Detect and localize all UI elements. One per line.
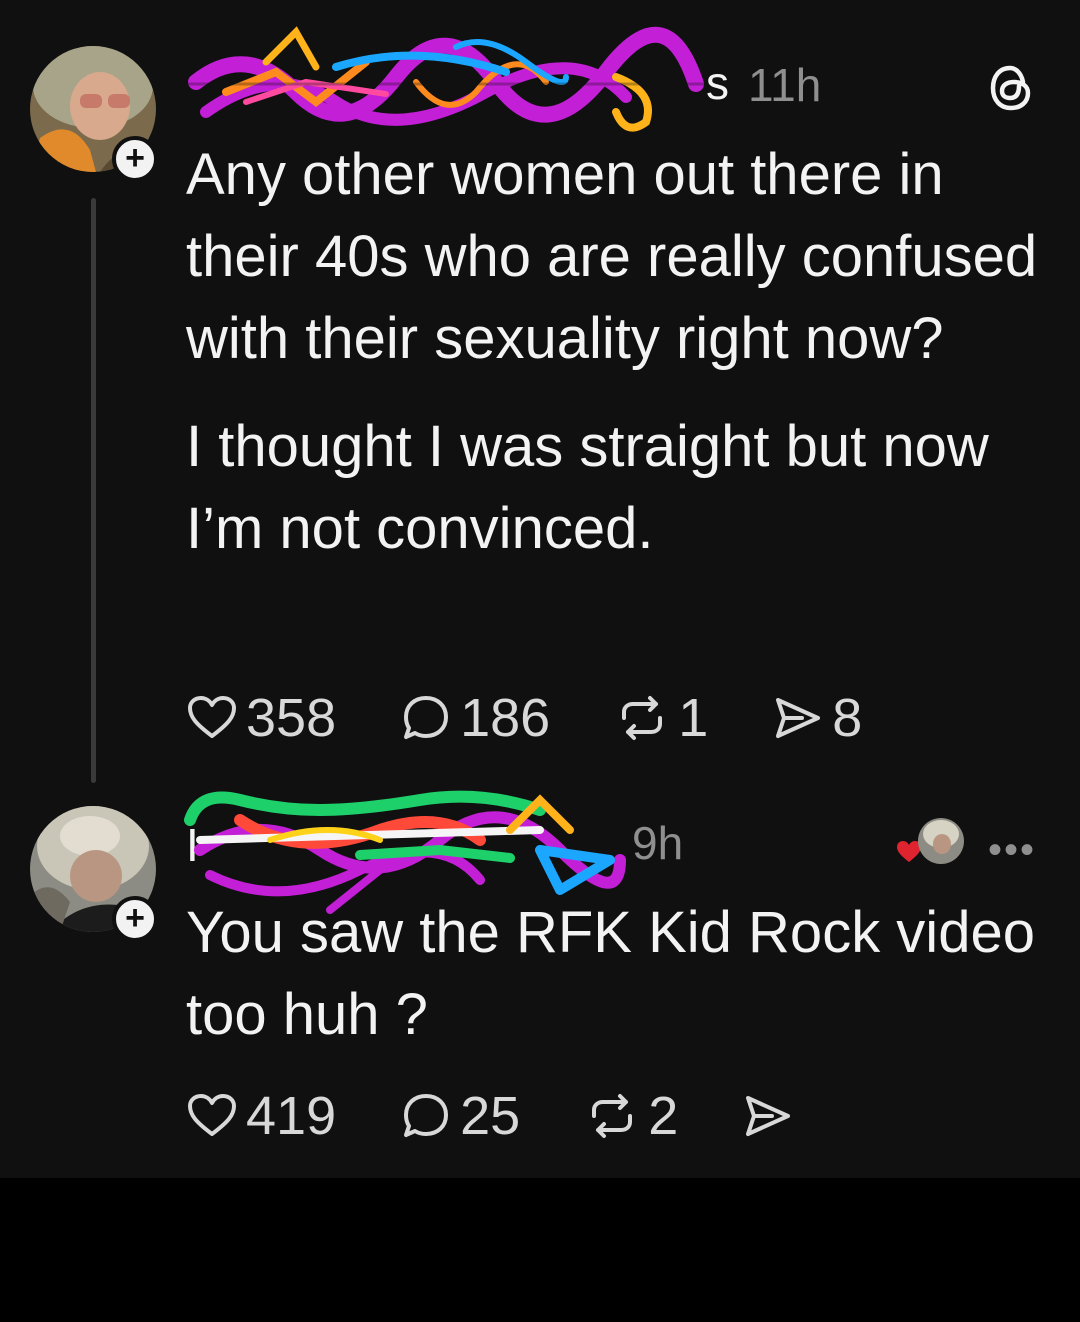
heart-icon xyxy=(188,1094,236,1136)
post-time: 11h xyxy=(748,59,822,111)
share-count: 8 xyxy=(832,688,863,748)
more-icon[interactable]: ••• xyxy=(988,828,1036,873)
repost-icon xyxy=(592,1094,633,1138)
post-actions: 419 25 2 xyxy=(186,1086,802,1146)
repost-icon xyxy=(622,696,663,740)
reply-count: 186 xyxy=(460,688,551,748)
share-button[interactable]: 8 xyxy=(772,687,862,749)
send-icon xyxy=(776,698,821,738)
reply-count: 25 xyxy=(460,1086,521,1146)
post-paragraph: I thought I was straight but now I’m not… xyxy=(186,414,989,561)
share-button[interactable] xyxy=(742,1092,802,1140)
post-time: 9h xyxy=(632,817,684,869)
threads-logo-icon[interactable] xyxy=(985,62,1037,114)
follow-plus-icon[interactable]: + xyxy=(112,136,158,182)
post-actions: 358 186 1 8 xyxy=(186,688,862,748)
comment-icon xyxy=(404,696,449,739)
heart-icon xyxy=(188,696,236,738)
post-paragraph: Any other women out there in their 40s w… xyxy=(186,142,1038,371)
post-body: Any other women out there in their 40s w… xyxy=(186,134,1046,570)
send-icon xyxy=(746,1096,791,1136)
redaction-scribble xyxy=(186,26,706,132)
repost-button[interactable]: 1 xyxy=(614,687,708,749)
comment-icon xyxy=(404,1094,449,1137)
like-button[interactable]: 358 xyxy=(186,687,336,749)
follow-plus-icon[interactable]: + xyxy=(112,896,158,942)
like-count: 358 xyxy=(246,688,337,748)
like-button[interactable]: 419 xyxy=(186,1085,336,1147)
thread-connector-line xyxy=(91,198,96,783)
repost-count: 1 xyxy=(678,688,709,748)
thread-panel: + s 11h Any other women out there in the… xyxy=(0,0,1080,1178)
author-mini-avatar xyxy=(918,818,964,864)
reply-button[interactable]: 25 xyxy=(400,1085,520,1147)
like-count: 419 xyxy=(246,1086,337,1146)
repost-button[interactable]: 2 xyxy=(584,1085,678,1147)
reply-button[interactable]: 186 xyxy=(400,687,550,749)
repost-count: 2 xyxy=(648,1086,679,1146)
post-paragraph: You saw the RFK Kid Rock video too huh ? xyxy=(186,900,1035,1047)
post-body: You saw the RFK Kid Rock video too huh ? xyxy=(186,892,1046,1056)
